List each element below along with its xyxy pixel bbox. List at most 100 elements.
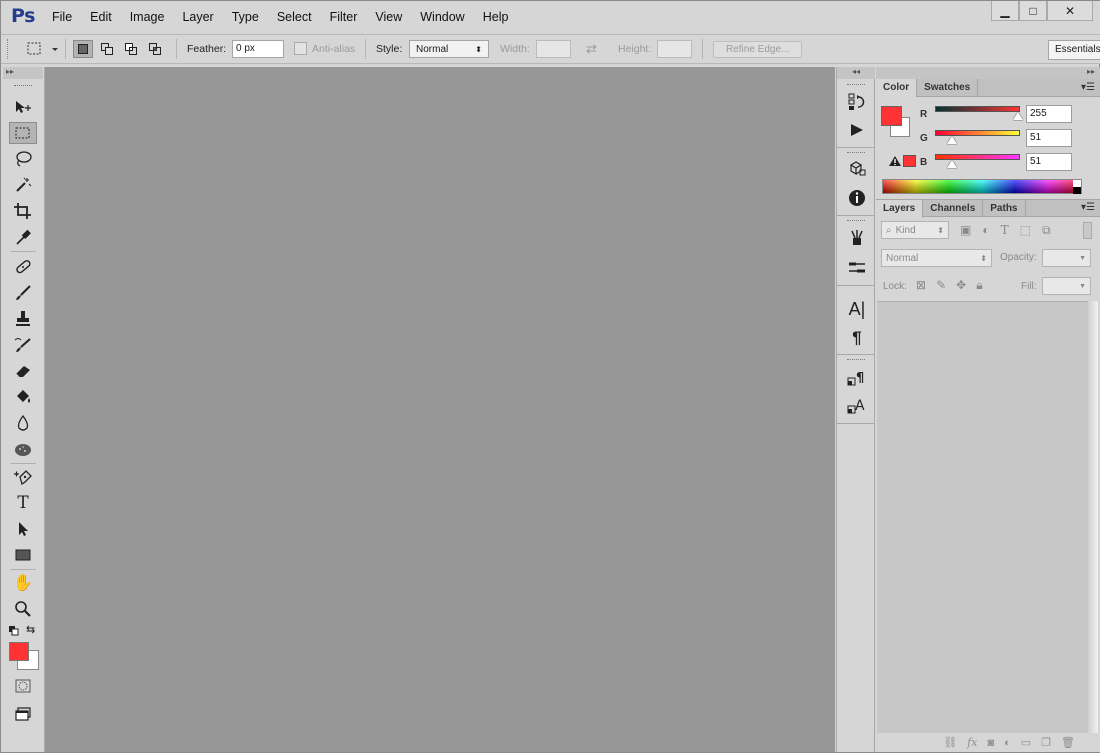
color-spectrum-bar[interactable] xyxy=(882,179,1082,194)
fill-input[interactable]: ▼ xyxy=(1042,277,1091,295)
add-mask-icon[interactable]: ◙ xyxy=(987,737,994,749)
zoom-tool-icon[interactable] xyxy=(9,598,37,620)
smart-object-filter-icon[interactable]: ⧉ xyxy=(1042,223,1051,238)
clone-stamp-icon[interactable] xyxy=(9,308,37,330)
pixel-filter-icon[interactable]: ▣ xyxy=(960,223,971,238)
menu-window[interactable]: Window xyxy=(411,10,473,24)
brush-presets-icon[interactable] xyxy=(846,227,868,249)
antialias-checkbox[interactable] xyxy=(294,42,307,55)
paragraph-panel-icon[interactable]: ¶ xyxy=(846,327,868,349)
actions-play-icon[interactable] xyxy=(846,119,868,141)
history-panel-icon[interactable] xyxy=(846,91,868,113)
trash-icon[interactable]: 🗑︎ xyxy=(1061,736,1075,749)
g-value-input[interactable]: 51 xyxy=(1026,129,1072,147)
options-grip[interactable] xyxy=(7,39,9,59)
character-styles-icon[interactable]: A xyxy=(846,395,868,417)
lock-position-icon[interactable]: ✥ xyxy=(956,278,966,293)
lock-transparent-icon[interactable]: ⊠ xyxy=(916,278,926,293)
expand-panels-icon[interactable]: ▸▸ xyxy=(1087,67,1095,76)
3d-panel-icon[interactable] xyxy=(846,158,868,180)
menu-filter[interactable]: Filter xyxy=(321,10,367,24)
default-colors-icon[interactable] xyxy=(8,625,20,640)
toolbar-collapse-icon[interactable]: ▸▸ xyxy=(3,67,43,79)
paint-bucket-icon[interactable] xyxy=(9,386,37,408)
tab-channels[interactable]: Channels xyxy=(923,200,984,217)
hand-tool-icon[interactable]: ✋ xyxy=(9,572,37,594)
close-button[interactable]: ✕ xyxy=(1047,1,1093,21)
minimize-button[interactable]: ▁ xyxy=(991,1,1019,21)
swap-colors-icon[interactable]: ⇆ xyxy=(26,623,35,636)
type-filter-icon[interactable]: T xyxy=(1001,223,1009,238)
marquee-preset-icon[interactable] xyxy=(25,41,59,60)
type-tool-icon[interactable]: T xyxy=(9,492,37,514)
menu-help[interactable]: Help xyxy=(474,10,518,24)
menu-image[interactable]: Image xyxy=(121,10,174,24)
swap-icon[interactable]: ⇄ xyxy=(586,41,597,57)
adjustment-layer-icon[interactable]: ◐ xyxy=(1004,737,1011,749)
menu-layer[interactable]: Layer xyxy=(173,10,222,24)
shape-filter-icon[interactable]: ⬚ xyxy=(1020,223,1031,238)
document-canvas-area[interactable] xyxy=(45,67,835,752)
r-slider[interactable] xyxy=(935,106,1020,112)
rectangle-tool-icon[interactable] xyxy=(9,544,37,566)
filter-kind-select[interactable]: ⌕ Kind ⬍ xyxy=(881,221,949,239)
menu-view[interactable]: View xyxy=(366,10,411,24)
foreground-color-swatch[interactable] xyxy=(9,642,29,661)
layers-scrollbar[interactable] xyxy=(1088,301,1098,733)
filter-toggle[interactable] xyxy=(1083,222,1092,239)
menu-file[interactable]: File xyxy=(43,10,81,24)
new-group-folder-icon[interactable]: ▭ xyxy=(1021,736,1031,749)
new-selection-icon[interactable] xyxy=(73,40,93,58)
color-panel-menu-icon[interactable]: ▾☰ xyxy=(1081,82,1095,93)
adjustment-filter-icon[interactable]: ◐ xyxy=(982,223,989,238)
healing-brush-icon[interactable] xyxy=(9,256,37,278)
crop-tool-icon[interactable] xyxy=(9,200,37,222)
r-slider-thumb[interactable] xyxy=(1013,112,1023,120)
info-icon[interactable] xyxy=(846,187,868,209)
workspace-select[interactable]: Essentials xyxy=(1048,40,1100,60)
brush-tool-icon[interactable] xyxy=(9,282,37,304)
paragraph-styles-icon[interactable]: ¶ xyxy=(846,367,868,389)
width-input[interactable] xyxy=(536,40,571,58)
add-selection-icon[interactable] xyxy=(97,40,117,58)
character-panel-icon[interactable]: A| xyxy=(846,298,868,320)
refine-edge-button[interactable]: Refine Edge... xyxy=(713,41,803,58)
fg-color-box[interactable] xyxy=(881,106,902,126)
layer-style-fx-icon[interactable]: fx xyxy=(967,736,977,749)
blur-tool-icon[interactable] xyxy=(9,412,37,434)
tab-color[interactable]: Color xyxy=(876,79,918,97)
pen-tool-icon[interactable] xyxy=(9,466,37,488)
marquee-tool-icon[interactable] xyxy=(9,122,37,144)
height-input[interactable] xyxy=(657,40,692,58)
lock-all-icon[interactable]: 🔒︎ xyxy=(976,278,982,293)
toolbar-grip[interactable] xyxy=(14,85,32,87)
link-layers-icon[interactable]: ⛓ xyxy=(943,736,957,749)
move-tool-icon[interactable] xyxy=(9,96,37,118)
dock-collapse-icon[interactable]: ◂◂ xyxy=(837,67,875,79)
tab-layers[interactable]: Layers xyxy=(876,200,924,218)
g-slider-thumb[interactable] xyxy=(947,136,957,144)
gamut-warning-icon[interactable] xyxy=(888,155,902,170)
adjustments-sliders-icon[interactable] xyxy=(846,257,868,279)
eyedropper-icon[interactable] xyxy=(9,226,37,248)
feather-input[interactable]: 0 px xyxy=(232,40,284,58)
maximize-button[interactable]: □ xyxy=(1019,1,1047,21)
b-value-input[interactable]: 51 xyxy=(1026,153,1072,171)
subtract-selection-icon[interactable] xyxy=(121,40,141,58)
style-select[interactable]: Normal ⬍ xyxy=(409,40,489,58)
path-selection-icon[interactable] xyxy=(9,518,37,540)
new-layer-icon[interactable]: ❐ xyxy=(1041,736,1051,749)
layers-panel-menu-icon[interactable]: ▾☰ xyxy=(1081,202,1095,213)
r-value-input[interactable]: 255 xyxy=(1026,105,1072,123)
magic-wand-icon[interactable] xyxy=(9,174,37,196)
eraser-tool-icon[interactable] xyxy=(9,360,37,382)
layers-list[interactable] xyxy=(877,301,1096,733)
history-brush-icon[interactable] xyxy=(9,334,37,356)
sponge-tool-icon[interactable] xyxy=(9,438,37,460)
blend-mode-select[interactable]: Normal ⬍ xyxy=(881,249,992,267)
lock-pixels-brush-icon[interactable]: ✎ xyxy=(936,278,946,293)
screen-mode-icon[interactable] xyxy=(9,703,37,725)
menu-select[interactable]: Select xyxy=(268,10,321,24)
tab-paths[interactable]: Paths xyxy=(983,200,1026,217)
gamut-color-swatch[interactable] xyxy=(903,155,916,167)
